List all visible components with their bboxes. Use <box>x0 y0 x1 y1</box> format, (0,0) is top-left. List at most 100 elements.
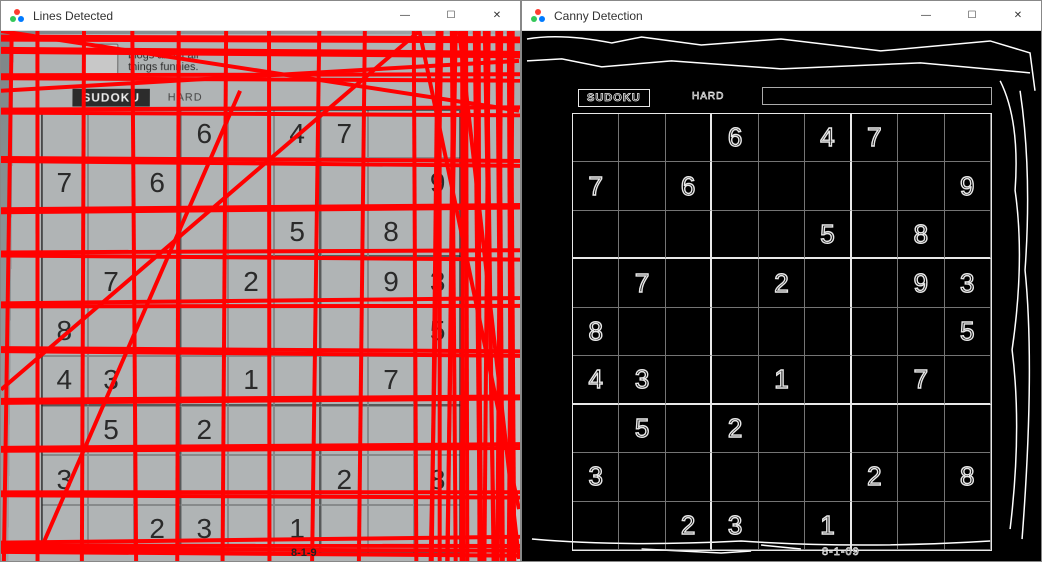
sudoku-cell: 1 <box>805 502 851 550</box>
sudoku-cell <box>852 502 898 550</box>
sudoku-cell <box>898 162 944 210</box>
sudoku-board-right: 64776958729385431752328231 <box>572 113 992 551</box>
sudoku-board-left: 64776958729385431752328231 <box>41 109 461 554</box>
image-view-lines: blogs about all things funnies. SUDOKU H… <box>1 31 520 561</box>
instructions-box-edges <box>762 87 992 105</box>
sudoku-cell <box>228 158 275 207</box>
difficulty-label: HARD <box>168 92 203 104</box>
sudoku-cell <box>852 356 898 404</box>
minimize-button[interactable]: — <box>903 1 949 31</box>
sudoku-cell: 8 <box>573 308 619 356</box>
sudoku-cell <box>368 455 415 504</box>
sudoku-cell: 6 <box>181 109 228 158</box>
sudoku-cell <box>898 114 944 162</box>
blurb-line: blogs about all <box>128 50 198 62</box>
opencv-icon <box>530 8 546 24</box>
sudoku-cell <box>805 308 851 356</box>
sudoku-cell <box>368 109 415 158</box>
titlebar-left[interactable]: Lines Detected — ☐ ✕ <box>1 1 520 31</box>
sudoku-cell <box>228 307 275 356</box>
sudoku-cell: 2 <box>666 502 712 550</box>
sudoku-cell <box>134 356 181 405</box>
sudoku-cell: 7 <box>41 158 88 207</box>
sudoku-cell: 7 <box>898 356 944 404</box>
minimize-button[interactable]: — <box>382 1 428 31</box>
sudoku-cell <box>573 259 619 307</box>
sudoku-cell <box>573 405 619 453</box>
sudoku-cell <box>712 453 758 501</box>
sudoku-cell <box>88 307 135 356</box>
caption-date-edges: 8-1-09 <box>822 546 860 558</box>
sudoku-cell <box>573 502 619 550</box>
blurb-line: things funnies. <box>128 61 198 73</box>
sudoku-cell <box>88 208 135 257</box>
maximize-button[interactable]: ☐ <box>428 1 474 31</box>
sudoku-cell <box>898 502 944 550</box>
titlebar-right[interactable]: Canny Detection — ☐ ✕ <box>522 1 1041 31</box>
sudoku-cell <box>945 405 991 453</box>
sudoku-cell <box>181 257 228 306</box>
sudoku-cell: 2 <box>852 453 898 501</box>
sudoku-cell <box>41 109 88 158</box>
sudoku-cell: 9 <box>368 257 415 306</box>
sudoku-cell <box>759 211 805 259</box>
maximize-button[interactable]: ☐ <box>949 1 995 31</box>
image-view-canny: SUDOKU HARD 64776958729385431752328231 8… <box>522 31 1041 561</box>
sudoku-cell <box>321 505 368 554</box>
sudoku-cell <box>41 406 88 455</box>
sudoku-cell <box>321 356 368 405</box>
sudoku-cell: 5 <box>619 405 665 453</box>
sudoku-cell <box>88 109 135 158</box>
sudoku-cell <box>666 211 712 259</box>
sudoku-cell: 2 <box>712 405 758 453</box>
sudoku-cell: 7 <box>852 114 898 162</box>
sudoku-cell <box>321 208 368 257</box>
sudoku-cell: 7 <box>88 257 135 306</box>
sudoku-cell <box>619 162 665 210</box>
sudoku-cell: 4 <box>805 114 851 162</box>
sudoku-cell <box>368 505 415 554</box>
sudoku-cell <box>759 453 805 501</box>
sudoku-cell <box>619 308 665 356</box>
sudoku-cell <box>41 505 88 554</box>
sudoku-cell <box>88 505 135 554</box>
sudoku-cell: 2 <box>759 259 805 307</box>
sudoku-cell <box>805 405 851 453</box>
sudoku-cell: 5 <box>274 208 321 257</box>
close-button[interactable]: ✕ <box>995 1 1041 31</box>
window-title-right: Canny Detection <box>554 9 643 23</box>
close-button[interactable]: ✕ <box>474 1 520 31</box>
sudoku-cell: 8 <box>945 453 991 501</box>
sudoku-cell <box>41 257 88 306</box>
sudoku-cell <box>619 211 665 259</box>
sudoku-cell: 6 <box>712 114 758 162</box>
sudoku-cell: 9 <box>414 158 461 207</box>
sudoku-cell: 8 <box>368 208 415 257</box>
sudoku-cell <box>805 453 851 501</box>
sudoku-cell <box>181 455 228 504</box>
sudoku-cell <box>228 455 275 504</box>
sudoku-cell: 2 <box>181 406 228 455</box>
sudoku-cell <box>666 114 712 162</box>
sudoku-cell <box>666 308 712 356</box>
sudoku-cell <box>898 405 944 453</box>
sudoku-cell <box>759 502 805 550</box>
sudoku-cell <box>274 257 321 306</box>
sudoku-cell: 3 <box>712 502 758 550</box>
sudoku-cell <box>414 208 461 257</box>
sudoku-cell <box>573 114 619 162</box>
sudoku-cell <box>134 307 181 356</box>
sudoku-cell <box>134 455 181 504</box>
sudoku-cell: 3 <box>414 257 461 306</box>
sudoku-cell <box>619 453 665 501</box>
sudoku-cell <box>414 505 461 554</box>
sudoku-cell <box>619 114 665 162</box>
sudoku-cell <box>274 307 321 356</box>
sudoku-cell: 8 <box>41 307 88 356</box>
sudoku-cell <box>274 158 321 207</box>
sudoku-cell <box>414 109 461 158</box>
sudoku-cell <box>666 453 712 501</box>
sudoku-cell <box>134 257 181 306</box>
sudoku-cell <box>181 307 228 356</box>
sudoku-cell <box>228 406 275 455</box>
